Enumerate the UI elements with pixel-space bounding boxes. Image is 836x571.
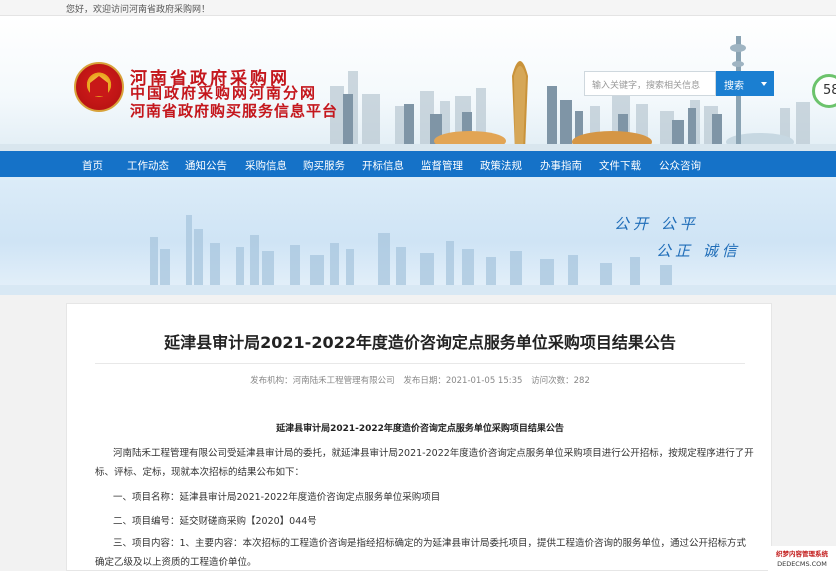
chevron-down-icon[interactable] [761,82,767,86]
article-title: 延津县审计局2021-2022年度造价咨询定点服务单位采购项目结果公告 [164,333,676,352]
nav-item-consulting[interactable]: 公众咨询 [659,158,701,173]
watermark-line2: DEDECMS.COM [777,560,827,568]
nav-item-services[interactable]: 购买服务 [303,158,345,173]
welcome-text: 您好，欢迎访问河南省政府采购网！ [66,5,211,15]
slogan-line1: 公开 公平 [614,215,699,233]
article-meta: 发布机构：河南陆禾工程管理有限公司 发布日期：2021-01-05 15:35 … [67,374,773,386]
banner-skyline-image [0,215,836,295]
top-bar: 您好，欢迎访问河南省政府采购网！ [0,0,836,16]
watermark-line1: 织梦内容管理系统 [776,550,828,558]
slogan-line2: 公正 诚信 [656,242,741,260]
nav-item-bid-opening[interactable]: 开标信息 [362,158,404,173]
article-paragraph-name: 一、项目名称：延津县审计局2021-2022年度造价咨询定点服务单位采购项目 [113,492,441,503]
government-emblem-logo [74,62,124,112]
logo-title-line3: 河南省政府购买服务信息平台 [130,102,339,120]
article-paragraph-content: 三、项目内容：1、主要内容：本次招标的工程造价咨询是指经招标确定的为延津县审计局… [95,538,747,568]
meta-views: 访问次数：282 [531,376,590,386]
meta-date: 发布日期：2021-01-05 15:35 [403,376,523,386]
search-button[interactable]: 搜索 [716,71,774,96]
main-nav: 首页 工作动态 通知公告 采购信息 购买服务 开标信息 监督管理 政策法规 办事… [0,151,836,177]
paragraph-text: 河南陆禾工程管理有限公司受延津县审计局的委托，就延津县审计局2021-2022年… [95,448,754,478]
nav-item-news[interactable]: 工作动态 [127,158,169,173]
search-button-label: 搜索 [724,81,744,92]
title-divider [95,363,745,364]
article-paragraph-number: 二、项目编号：延交财磋商采购【2020】044号 [113,516,317,527]
search-input[interactable]: 输入关键字，搜索相关信息 [584,71,716,96]
site-header: 河南省政府采购网 中国政府采购网河南分网 河南省政府购买服务信息平台 输入关键字… [0,16,836,151]
article-panel: 延津县审计局2021-2022年度造价咨询定点服务单位采购项目结果公告 发布机构… [66,303,772,571]
nav-item-supervision[interactable]: 监督管理 [421,158,463,173]
article-subtitle: 延津县审计局2021-2022年度造价咨询定点服务单位采购项目结果公告 [276,424,564,434]
nav-item-notices[interactable]: 通知公告 [185,158,227,173]
nav-item-guide[interactable]: 办事指南 [540,158,582,173]
article-paragraph-intro: 河南陆禾工程管理有限公司受延津县审计局的委托，就延津县审计局2021-2022年… [95,444,755,482]
nav-item-home[interactable]: 首页 [82,158,103,173]
dedecms-watermark: 织梦内容管理系统 DEDECMS.COM [768,546,836,571]
nav-item-policy[interactable]: 政策法规 [480,158,522,173]
nav-item-procurement[interactable]: 采购信息 [245,158,287,173]
nav-item-downloads[interactable]: 文件下载 [599,158,641,173]
meta-publisher: 发布机构：河南陆禾工程管理有限公司 [250,376,395,386]
banner: 公开 公平 公正 诚信 [0,177,836,295]
